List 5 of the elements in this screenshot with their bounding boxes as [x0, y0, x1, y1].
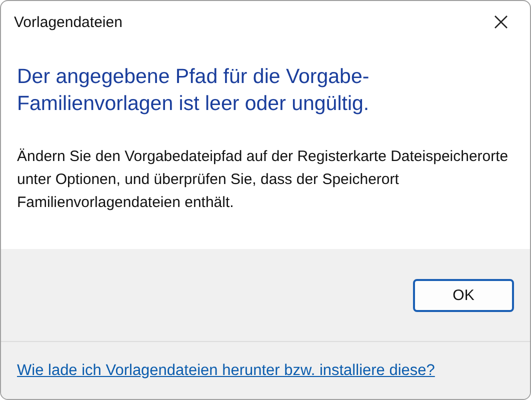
window-title: Vorlagendateien: [14, 14, 122, 30]
close-icon: [494, 15, 508, 29]
dialog-message: Ändern Sie den Vorgabedateipfad auf der Registerkarte Dateispeicherorte unter Optionen, und überprüfen Sie, dass der Speicherort Familienvorlagendateien enthält.: [17, 147, 510, 213]
dialog-heading: Der angegebene Pfad für die Vorgabe-Familienvorlagen ist leer oder ungültig.: [17, 64, 370, 117]
ok-button[interactable]: OK: [413, 278, 514, 312]
